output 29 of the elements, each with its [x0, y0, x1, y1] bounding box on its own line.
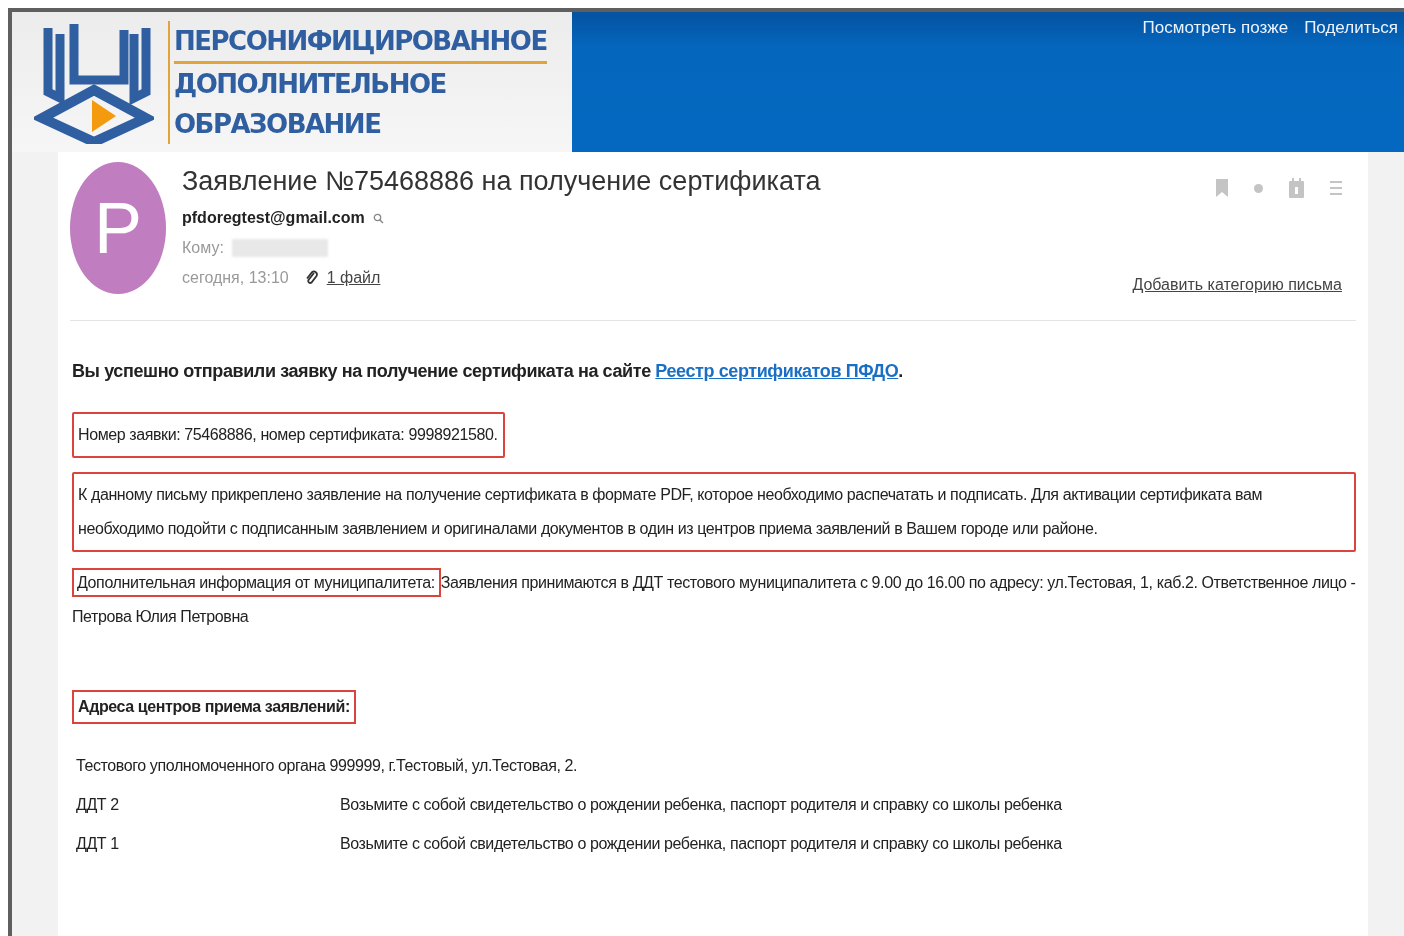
logo-text: ДОПОЛНИТЕЛЬНОЕ [174, 67, 447, 101]
registry-link[interactable]: Реестр сертификатов ПФДО [655, 361, 899, 381]
avatar: P [70, 162, 166, 294]
address-text: Тестового уполномоченного органа 999999, г.Тестовый, ул.Тестовая, 2. [75, 756, 579, 776]
highlighted-text: К данному письму прикреплено заявление на получение сертификата в формате PDF, которое необходимо распечатать и подписать. Для активации сертификата вам необходимо подойти с подписанным заявлением и оригиналами документов в один из центров приема заявлений в Вашем городе или районе. [72, 472, 1356, 552]
header-link[interactable]: Посмотреть позже [1142, 18, 1289, 38]
center-note: Возьмите с собой свидетельство о рождении ребенка, паспорт родителя и справку со школы ребенка [340, 795, 1063, 815]
email-subject: Заявление №75468886 на получение сертификата [182, 166, 822, 197]
dot-icon[interactable] [1254, 183, 1263, 193]
logo-text: ПЕРСОНИФИЦИРОВАННОЕ [174, 20, 547, 64]
sender-email: pfdoregtest@gmail.com [182, 209, 365, 227]
attachment-link[interactable]: 1 файл [326, 269, 381, 287]
paperclip-icon [304, 270, 319, 286]
header-link[interactable]: Поделиться [1304, 18, 1398, 38]
search-icon[interactable] [372, 212, 384, 224]
bookmark-icon[interactable] [1216, 179, 1228, 197]
email-date: сегодня, 13:10 [182, 269, 289, 287]
center-name: ДДТ 1 [76, 834, 120, 854]
section-heading: Адреса центров приема заявлений: [72, 690, 356, 724]
highlighted-text: Номер заявки: 75468886, номер сертификата: 9998921580. [72, 412, 506, 458]
recipient-label: Кому: [182, 239, 224, 257]
calendar-icon[interactable] [1289, 178, 1304, 198]
menu-icon[interactable] [1330, 180, 1342, 196]
center-name: ДДТ 2 [76, 795, 120, 815]
intro-text: Вы успешно отправили заявку на получение сертификата на сайте Реестр сертификатов ПФДО. [72, 361, 904, 382]
logo-text: ОБРАЗОВАНИЕ [174, 107, 382, 141]
info-paragraph: Дополнительная информация от муниципалитета: Заявления принимаются в ДДТ тестового муниципалитета с 9.00 до 16.00 по адресу: ул.Тестовая, 1, каб.2. Ответственное лицо - Петрова Юлия Петровна [72, 566, 1356, 634]
add-category-link[interactable]: Добавить категорию письма [1132, 276, 1342, 294]
center-note: Возьмите с собой свидетельство о рождении ребенка, паспорт родителя и справку со школы ребенка [340, 834, 1063, 854]
